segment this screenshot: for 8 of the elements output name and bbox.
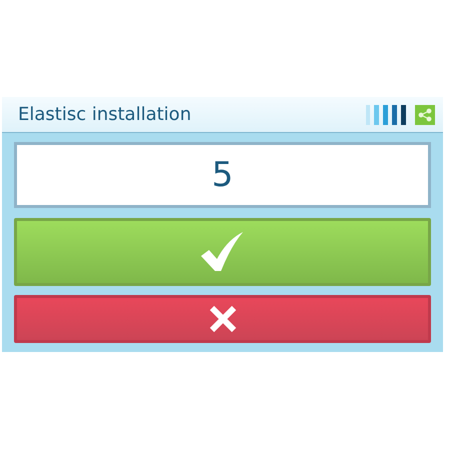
share-icon xyxy=(415,104,435,124)
check-icon xyxy=(200,232,244,272)
confirm-button[interactable] xyxy=(14,218,431,286)
value-field[interactable]: 5 xyxy=(14,142,431,208)
window-title: Elastisc installation xyxy=(18,103,192,127)
close-icon xyxy=(208,305,236,333)
cancel-button[interactable] xyxy=(14,295,431,343)
value-text: 5 xyxy=(212,154,234,196)
